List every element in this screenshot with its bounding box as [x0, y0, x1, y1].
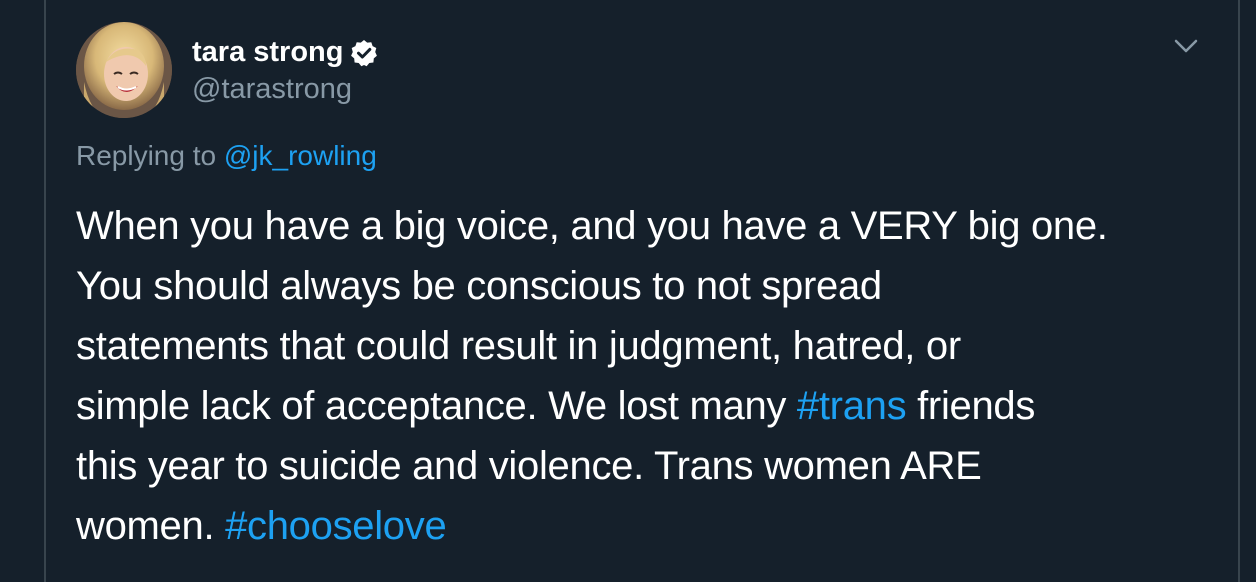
- tweet-line: When you have a big voice, and you have …: [76, 204, 1108, 248]
- tweet-text-fragment: women.: [76, 504, 226, 548]
- tweet-text-fragment: simple lack of acceptance. We lost many: [76, 384, 797, 428]
- tweet-line: women. #chooselove: [76, 496, 1236, 556]
- author-display-name[interactable]: tara strong: [192, 36, 343, 69]
- author-handle[interactable]: @tarastrong: [192, 73, 379, 106]
- reply-prefix: Replying to: [76, 140, 224, 171]
- tweet-header: tara strong @tarastrong: [76, 22, 379, 118]
- verified-badge-icon: [349, 38, 379, 68]
- reply-context: Replying to @jk_rowling: [76, 140, 377, 172]
- hashtag-trans-link[interactable]: #trans: [797, 384, 907, 428]
- author-names: tara strong @tarastrong: [192, 35, 379, 106]
- tweet-line: statements that could result in judgment…: [76, 324, 961, 368]
- tweet-text-fragment: friends: [906, 384, 1036, 428]
- avatar[interactable]: [76, 22, 172, 118]
- tweet-text: When you have a big voice, and you have …: [76, 196, 1236, 556]
- name-row: tara strong: [192, 35, 379, 71]
- hashtag-chooselove-link[interactable]: #chooselove: [225, 504, 447, 548]
- chevron-down-icon[interactable]: [1170, 32, 1202, 60]
- profile-photo: [76, 22, 172, 118]
- tweet-line: this year to suicide and violence. Trans…: [76, 444, 982, 488]
- timeline-right-border: [1238, 0, 1240, 582]
- tweet-line: You should always be conscious to not sp…: [76, 264, 882, 308]
- tweet-line: simple lack of acceptance. We lost many …: [76, 376, 1236, 436]
- tweet-card[interactable]: tara strong @tarastrong Replying to @jk_…: [46, 0, 1238, 582]
- reply-mention-link[interactable]: @jk_rowling: [224, 140, 377, 171]
